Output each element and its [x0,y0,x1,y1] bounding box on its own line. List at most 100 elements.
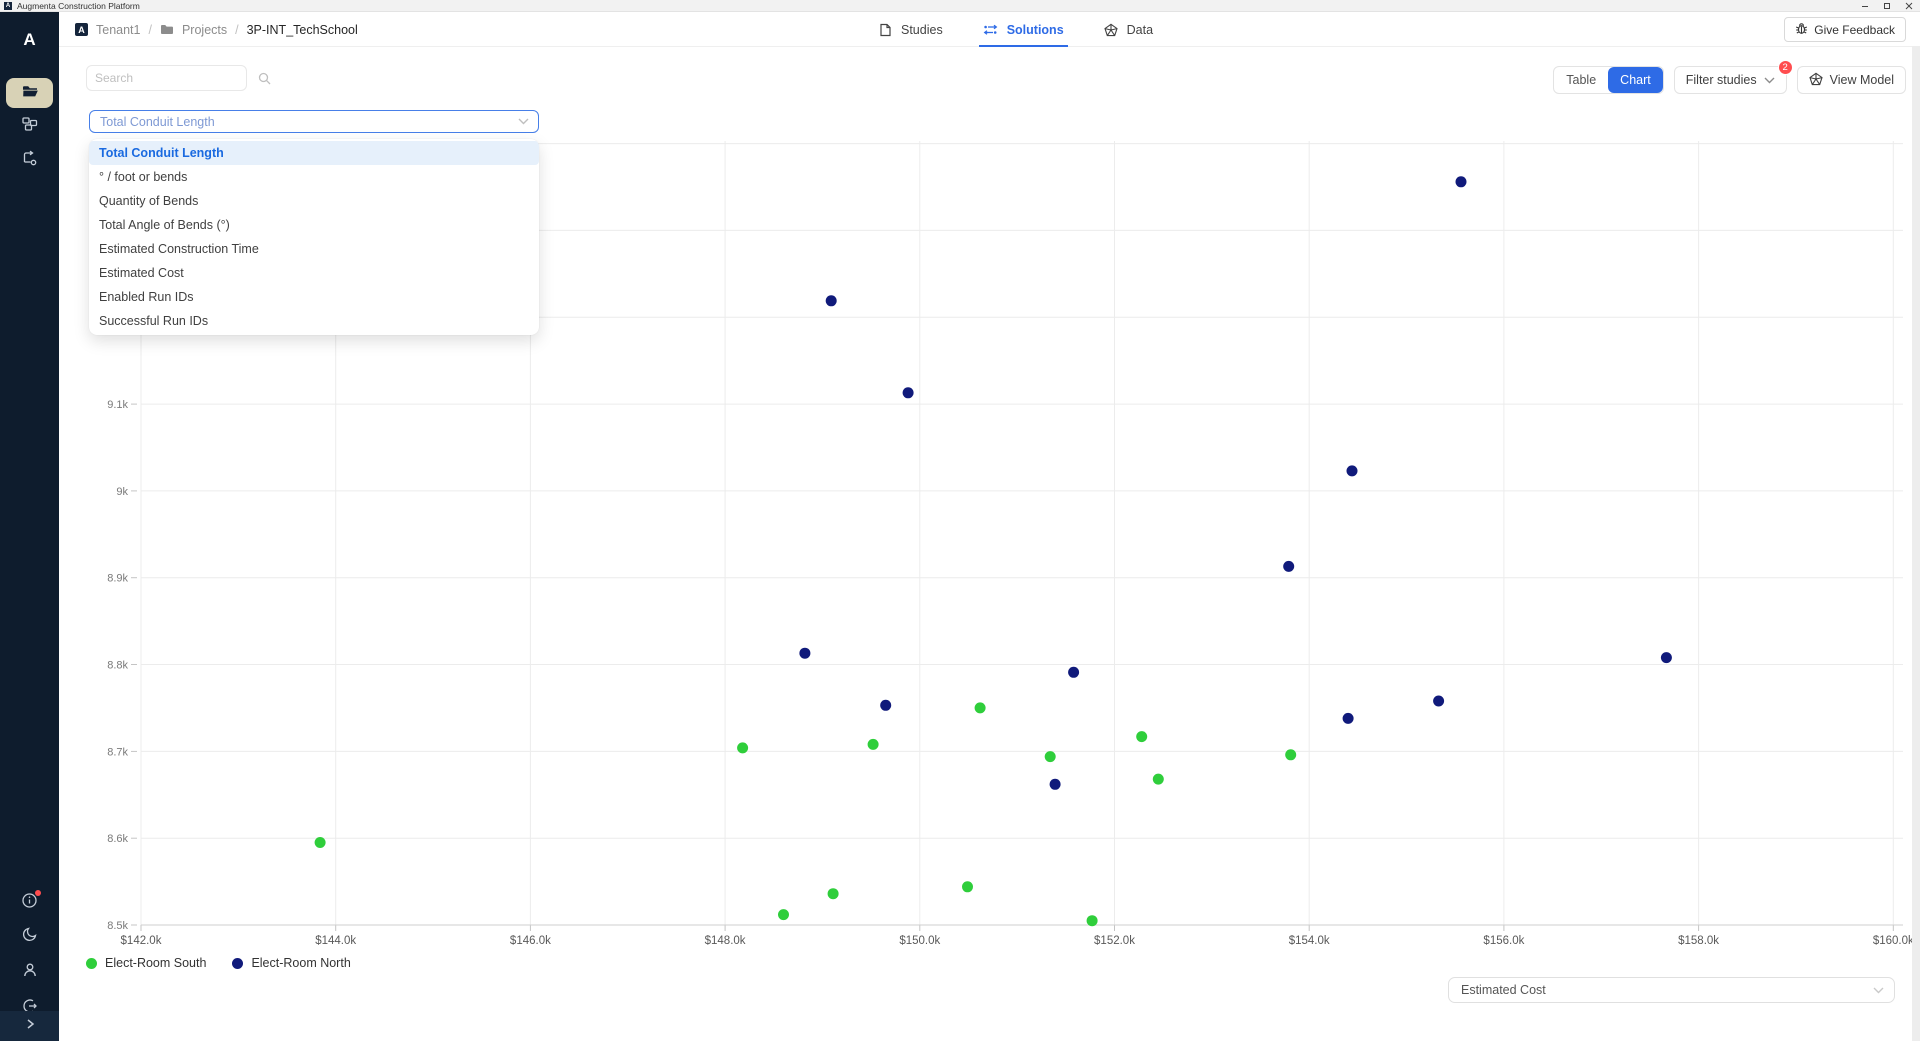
legend-dot [86,958,97,969]
data-point[interactable] [1456,176,1467,187]
data-point[interactable] [1087,915,1098,926]
filter-studies-button[interactable]: Filter studies 2 [1674,66,1787,94]
tab-solutions[interactable]: Solutions [983,12,1064,47]
x-tick-label: $152.0k [1094,935,1135,947]
bug-icon [1795,22,1808,38]
sidebar-expand[interactable] [0,1011,59,1041]
metric-select[interactable]: Total Conduit Length [89,110,539,133]
give-feedback-button[interactable]: Give Feedback [1784,17,1906,42]
sidebar-item-projects[interactable] [6,78,53,108]
sidebar-item-theme[interactable] [0,926,59,942]
breadcrumb-tenant[interactable]: Tenant1 [96,23,140,37]
data-point[interactable] [868,739,879,750]
data-point[interactable] [1661,652,1672,663]
tab-data[interactable]: Data [1104,12,1153,47]
data-point[interactable] [1283,561,1294,572]
x-tick-label: $150.0k [899,935,940,947]
moon-icon [22,926,38,942]
metric-option[interactable]: Successful Run IDs [89,309,539,333]
search-input[interactable] [87,71,258,85]
x-tick-label: $142.0k [121,935,162,947]
x-tick-label: $148.0k [705,935,746,947]
app-logo-icon: A [4,2,12,10]
legend-dot [232,958,243,969]
data-point[interactable] [880,700,891,711]
filter-studies-label: Filter studies [1686,73,1757,87]
data-point[interactable] [1050,779,1061,790]
filter-count-badge: 2 [1778,60,1793,75]
y-tick-label: 8.9k [107,573,128,585]
chevron-right-icon [25,1017,35,1035]
data-point[interactable] [799,648,810,659]
minimize-icon[interactable] [1854,0,1876,12]
metric-option[interactable]: Quantity of Bends [89,189,539,213]
sidebar-item-flows[interactable] [0,150,59,167]
chevron-down-icon [1873,987,1884,994]
metric-option[interactable]: ° / foot or bends [89,165,539,189]
sidebar-item-info[interactable] [0,892,59,909]
metric-option[interactable]: Estimated Cost [89,261,539,285]
tenant-logo-icon: A [75,23,88,36]
folder-icon [160,23,174,36]
folder-open-icon [21,83,39,104]
header: A Tenant1 / Projects / 3P-INT_TechSchool… [59,12,1920,47]
data-point[interactable] [1068,667,1079,678]
x-tick-label: $154.0k [1289,935,1330,947]
data-point[interactable] [1153,774,1164,785]
data-point[interactable] [828,888,839,899]
x-tick-label: $158.0k [1678,935,1719,947]
y-tick-label: 8.6k [107,833,128,845]
legend-item[interactable]: Elect-Room South [86,956,206,970]
sidebar-logo: A [0,30,59,50]
breadcrumb: A Tenant1 / Projects / 3P-INT_TechSchool [75,12,358,47]
data-point[interactable] [903,387,914,398]
metric-option[interactable]: Enabled Run IDs [89,285,539,309]
metric-option[interactable]: Estimated Construction Time [89,237,539,261]
metric-option[interactable]: Total Angle of Bends (°) [89,213,539,237]
data-point[interactable] [1285,749,1296,760]
x-tick-label: $160.0k [1873,935,1914,947]
user-icon [22,962,38,978]
data-point[interactable] [826,295,837,306]
data-point[interactable] [737,742,748,753]
view-model-button[interactable]: View Model [1797,66,1906,94]
chart-view-button[interactable]: Chart [1608,67,1663,93]
window-title: Augmenta Construction Platform [17,0,140,12]
legend-item[interactable]: Elect-Room North [232,956,350,970]
data-point[interactable] [778,909,789,920]
app-window: 8.5k8.6k8.7k8.8k8.9k9k9.1k9.2k9.3k9.4k$1… [0,0,1920,1041]
view-controls: Table Chart Filter studies 2 [1553,66,1906,94]
sidebar-item-tables[interactable] [0,116,59,133]
data-point[interactable] [1136,731,1147,742]
model-pentagon-icon [1809,72,1823,89]
data-point[interactable] [975,702,986,713]
maximize-icon[interactable] [1876,0,1898,12]
scrollbar[interactable] [1912,46,1920,1041]
chevron-down-icon [1764,77,1775,84]
breadcrumb-separator: / [148,23,151,37]
tab-label: Solutions [1007,23,1064,37]
breadcrumb-separator: / [235,23,238,37]
tab-studies[interactable]: Studies [879,12,943,47]
data-point[interactable] [962,881,973,892]
breadcrumb-project-name: 3P-INT_TechSchool [247,23,358,37]
flow-icon [21,150,38,167]
x-axis-select[interactable]: Estimated Cost [1448,977,1895,1003]
breadcrumb-projects[interactable]: Projects [182,23,227,37]
close-icon[interactable] [1898,0,1920,12]
info-icon [21,892,38,909]
sidebar-item-account[interactable] [0,962,59,978]
data-point[interactable] [1347,465,1358,476]
data-point[interactable] [1045,751,1056,762]
data-point[interactable] [315,837,326,848]
top-nav: Studies Solutions [879,12,1153,47]
tab-label: Studies [901,23,943,37]
data-point[interactable] [1343,713,1354,724]
metric-option[interactable]: Total Conduit Length [89,141,539,165]
search-icon [258,72,271,85]
file-icon [879,23,892,37]
give-feedback-label: Give Feedback [1814,23,1895,37]
x-tick-label: $146.0k [510,935,551,947]
data-point[interactable] [1433,696,1444,707]
table-view-button[interactable]: Table [1554,67,1608,93]
